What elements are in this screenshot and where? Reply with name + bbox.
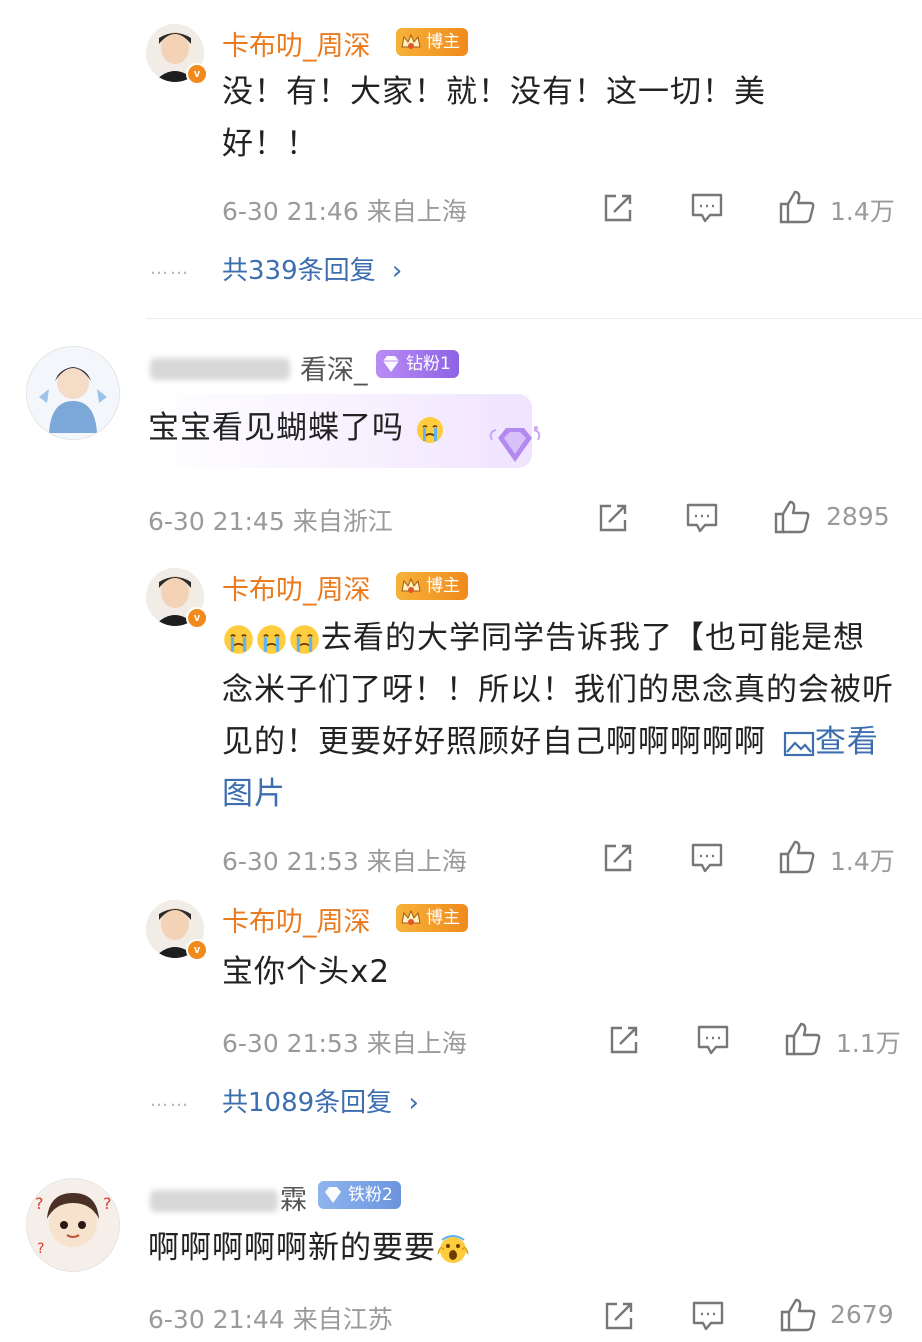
comment-text: 宝你个头x2 (222, 954, 391, 990)
avatar[interactable] (26, 346, 120, 440)
username[interactable]: 卡布叻_周深 (222, 24, 371, 63)
tag-label: 博主 (426, 908, 460, 928)
like-icon[interactable] (778, 189, 816, 225)
crying-emoji-icon (257, 625, 286, 654)
diamond-icon (325, 1187, 341, 1203)
comment-text: 去看的大学同学告诉我了【也可能是想念米子们了呀！！所以！我们的思念真的会被听见的… (222, 620, 894, 812)
dots: …… (150, 258, 190, 279)
share-icon[interactable] (602, 192, 634, 224)
username[interactable]: 霖 (280, 1178, 307, 1217)
crown-icon (401, 577, 421, 593)
comment-time: 6-30 21:53 来自上海 (222, 1029, 467, 1058)
chevron-right-icon: › (408, 1088, 419, 1118)
svg-text:?: ? (35, 1194, 44, 1213)
like-count: 2679 (830, 1300, 894, 1329)
tag-label: 钻粉1 (406, 354, 451, 374)
fan-tag: 钻粉1 (376, 350, 459, 378)
username-blur (150, 1190, 278, 1212)
comment-text: 没！有！大家！就！没有！这一切！美好！！ (222, 74, 766, 162)
comment-time: 6-30 21:44 来自江苏 (148, 1305, 393, 1334)
diamond-icon (383, 356, 399, 372)
comment-icon[interactable] (691, 1300, 725, 1332)
comment-icon[interactable] (696, 1024, 730, 1056)
screaming-emoji-icon (437, 1234, 469, 1263)
like-icon[interactable] (773, 499, 811, 535)
svg-text:?: ? (37, 1241, 44, 1257)
crown-icon (401, 33, 421, 49)
comment-icon[interactable] (690, 192, 724, 224)
tag-label: 铁粉2 (348, 1185, 393, 1205)
crying-emoji-icon (290, 625, 319, 654)
divider (146, 318, 922, 319)
verified-badge: v (186, 63, 208, 85)
fan-tag: 铁粉2 (318, 1181, 401, 1209)
blogger-tag: 博主 (396, 572, 468, 600)
like-count: 1.4万 (830, 197, 895, 226)
share-icon[interactable] (603, 1300, 635, 1332)
comment-icon[interactable] (690, 842, 724, 874)
username[interactable]: 卡布叻_周深 (222, 900, 371, 939)
like-count: 2895 (826, 502, 890, 531)
verified-badge: v (186, 607, 208, 629)
view-replies-link[interactable]: 共1089条回复 › (222, 1082, 419, 1119)
like-count: 1.4万 (830, 847, 895, 876)
comment-time: 6-30 21:46 来自上海 (222, 197, 467, 226)
crying-emoji-icon (224, 625, 253, 654)
comment-text: 宝宝看见蝴蝶了吗 (148, 402, 528, 454)
crying-emoji-icon (416, 416, 443, 443)
like-icon[interactable] (779, 1297, 817, 1333)
share-icon[interactable] (608, 1024, 640, 1056)
share-icon[interactable] (597, 502, 629, 534)
crown-icon (401, 909, 421, 925)
comment-time: 6-30 21:45 来自浙江 (148, 507, 393, 536)
tag-label: 博主 (426, 576, 460, 596)
comment-time: 6-30 21:53 来自上海 (222, 847, 467, 876)
username-blur (150, 358, 290, 380)
username[interactable]: 看深_ (300, 348, 368, 387)
verified-badge: v (186, 939, 208, 961)
chevron-right-icon: › (391, 256, 403, 286)
comment-text: 啊啊啊啊啊新的要要 (148, 1222, 748, 1274)
avatar[interactable]: ? ? ? (26, 1178, 120, 1272)
tag-label: 博主 (426, 32, 460, 52)
blogger-tag: 博主 (396, 28, 468, 56)
svg-text:?: ? (103, 1194, 112, 1213)
diamond-fan-badge-icon (489, 426, 541, 462)
view-replies-link[interactable]: 共339条回复 › (222, 250, 402, 287)
like-count: 1.1万 (836, 1029, 901, 1058)
like-icon[interactable] (778, 839, 816, 875)
like-icon[interactable] (784, 1021, 822, 1057)
blogger-tag: 博主 (396, 904, 468, 932)
share-icon[interactable] (602, 842, 634, 874)
comment-icon[interactable] (685, 502, 719, 534)
dots: …… (150, 1090, 190, 1111)
image-icon (783, 731, 814, 756)
username[interactable]: 卡布叻_周深 (222, 568, 371, 607)
